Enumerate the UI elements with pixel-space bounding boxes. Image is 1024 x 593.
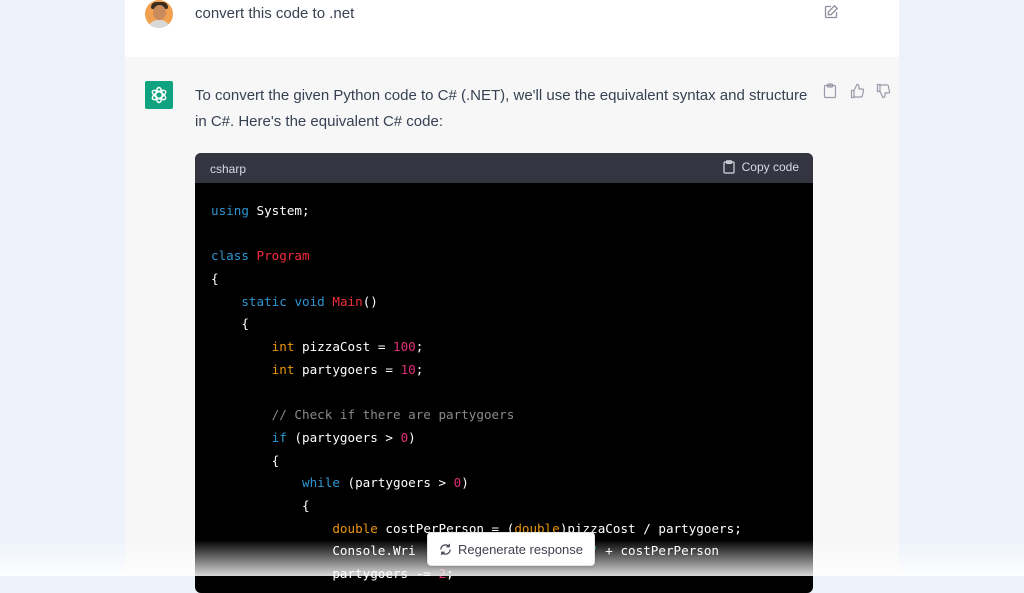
code-token: int (271, 339, 295, 355)
code-token: { (211, 497, 310, 513)
code-token: ; (415, 361, 424, 377)
code-content: using System; class Program { static void … (195, 183, 813, 586)
thumbs-down-icon[interactable] (876, 83, 891, 99)
code-language-label: csharp (210, 162, 247, 176)
code-token: static (241, 293, 287, 309)
code-line: static void Main() (211, 291, 797, 314)
clipboard-icon[interactable] (823, 83, 837, 99)
code-token: // Check if there are partygoers (211, 407, 515, 423)
code-token: ; (415, 339, 424, 355)
code-token: class (211, 248, 249, 264)
code-line: while (partygoers > 0) (211, 472, 797, 495)
code-line: { (211, 268, 797, 291)
code-token: 100 (393, 339, 416, 355)
code-token: int (271, 361, 295, 377)
code-token: () (362, 293, 378, 309)
code-token: partygoers = (294, 361, 401, 377)
code-token: ) (461, 475, 469, 491)
user-avatar (145, 0, 173, 28)
code-token: (partygoers > (286, 429, 401, 445)
code-line: class Program (211, 245, 797, 268)
code-token: { (211, 452, 280, 468)
regenerate-response-button[interactable]: Regenerate response (427, 532, 595, 566)
code-token: { (211, 316, 249, 332)
code-block: csharp Copy code using System; class Prog… (195, 153, 813, 593)
code-token: 10 (400, 361, 416, 377)
edit-icon[interactable] (823, 4, 839, 20)
chat-column: convert this code to .net To convert the… (125, 0, 899, 593)
code-token: ) (408, 429, 416, 445)
code-line: { (211, 495, 797, 518)
code-token: double (332, 520, 378, 536)
code-token: pizzaCost = (294, 339, 393, 355)
code-token: if (271, 429, 287, 445)
clipboard-icon (723, 160, 735, 174)
code-line: // Check if there are partygoers (211, 404, 797, 427)
code-token: void (294, 293, 325, 309)
regenerate-label: Regenerate response (457, 541, 584, 557)
code-line: using System; (211, 200, 797, 223)
code-line: { (211, 450, 797, 473)
copy-code-button[interactable]: Copy code (723, 160, 799, 174)
code-line: { (211, 313, 797, 336)
chatgpt-logo-icon (145, 81, 173, 109)
code-token: (partygoers > (339, 475, 454, 491)
code-token: using (211, 203, 249, 218)
assistant-message: To convert the given Python code to C# (… (125, 57, 899, 593)
user-message: convert this code to .net (125, 0, 899, 58)
code-token: while (302, 475, 340, 491)
code-line: if (partygoers > 0) (211, 427, 797, 450)
code-token: { (211, 271, 219, 287)
code-header: csharp Copy code (195, 153, 813, 183)
user-message-text: convert this code to .net (195, 5, 355, 22)
code-line: int partygoers = 10; (211, 359, 797, 382)
assistant-message-text: To convert the given Python code to C# (… (195, 87, 808, 130)
refresh-icon (440, 543, 451, 555)
code-token: System; (248, 203, 310, 218)
code-token: Main (332, 293, 363, 309)
copy-code-label: Copy code (741, 160, 799, 174)
code-line: int pizzaCost = 100; (211, 336, 797, 359)
code-token: Program (256, 248, 310, 264)
thumbs-up-icon[interactable] (850, 83, 865, 99)
